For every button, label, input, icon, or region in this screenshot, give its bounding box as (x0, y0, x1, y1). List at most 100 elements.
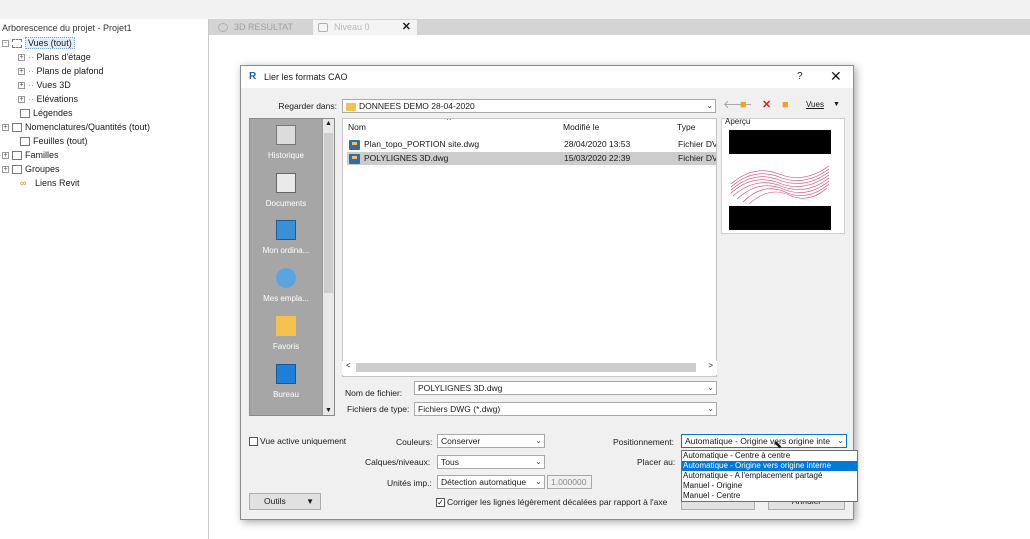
positioning-option[interactable]: Manuel - Origine (682, 481, 857, 491)
tree-node-families[interactable]: + Familles (2, 149, 59, 162)
column-modified[interactable]: Modifié le (563, 122, 599, 132)
checkbox-box[interactable] (249, 437, 258, 447)
file-modified: 15/03/2020 22:39 (564, 153, 631, 163)
place-label: Bureau (273, 390, 299, 399)
preview-label: Aperçu (725, 117, 751, 126)
expand-icon[interactable]: + (18, 68, 25, 76)
sheet-icon (20, 137, 30, 147)
collapse-icon[interactable]: - (2, 40, 9, 48)
positioning-dropdown-list: Automatique - Centre à centre Automatiqu… (681, 450, 858, 502)
scroll-down-icon[interactable]: ▼ (325, 407, 332, 414)
current-view-only-checkbox[interactable]: Vue active uniquement (249, 436, 346, 447)
place-label: Documents (265, 199, 307, 208)
file-list-hscrollbar[interactable]: < > (342, 361, 717, 375)
expand-icon[interactable]: + (2, 124, 9, 132)
tab-close-icon[interactable]: ✕ (402, 20, 411, 35)
tools-button[interactable]: Outils ▼ (249, 493, 321, 510)
tree-node-legends[interactable]: Légendes (20, 107, 73, 120)
places-scrollbar[interactable]: ▲ ▼ (322, 119, 334, 415)
chevron-down-icon: ⌄ (535, 477, 542, 486)
scroll-up-icon[interactable]: ▲ (325, 120, 332, 127)
schedule-icon (12, 123, 22, 133)
units-select[interactable]: Détection automatique ⌄ (437, 475, 545, 489)
tree-node-elevations[interactable]: + ·· Elévations (18, 93, 78, 106)
layers-select[interactable]: Tous ⌄ (437, 455, 545, 469)
units-factor-value: 1.000000 (551, 477, 587, 487)
tree-node-floor-plans[interactable]: + ·· Plans d'étage (18, 51, 91, 64)
legend-icon (20, 109, 30, 119)
column-type[interactable]: Type (677, 122, 695, 132)
back-icon[interactable]: 🡐 (723, 99, 753, 111)
mouse-cursor-icon: ⬉ (773, 439, 783, 451)
expand-icon[interactable]: + (18, 54, 25, 62)
chevron-down-icon: ⌄ (707, 383, 714, 392)
tree-node-label: Légendes (33, 108, 73, 118)
tree-node-3d-views[interactable]: + ·· Vues 3D (18, 79, 71, 92)
tree-node-views[interactable]: - Vues (tout) (2, 37, 75, 50)
positioning-option-highlighted[interactable]: Automatique - Origine vers origine inter… (682, 461, 857, 471)
scroll-left-icon[interactable]: < (346, 361, 351, 370)
filetype-select[interactable]: Fichiers DWG (*.dwg) ⌄ (414, 402, 717, 416)
place-label: Mon ordina... (262, 246, 310, 255)
tree-node-sheets[interactable]: Feuilles (tout) (20, 135, 88, 148)
column-name[interactable]: Nom (348, 122, 366, 132)
scrollbar-thumb[interactable] (356, 363, 696, 372)
file-name: Plan_topo_PORTION site.dwg (364, 139, 480, 149)
place-favorites[interactable]: Favoris (250, 316, 322, 351)
desktop-icon (276, 364, 296, 384)
file-row-selected[interactable]: POLYLIGNES 3D.dwg 15/03/2020 22:39 Fichi… (347, 152, 716, 165)
units-factor-field: 1.000000 (547, 475, 592, 489)
filename-input[interactable]: POLYLIGNES 3D.dwg ⌄ (414, 381, 717, 395)
tree-node-revit-links[interactable]: ∞ Liens Revit (20, 177, 80, 190)
expand-icon[interactable]: + (2, 152, 9, 160)
positioning-select[interactable]: Automatique - Origine vers origine inte … (681, 434, 847, 448)
tree-node-groups[interactable]: + Groupes (2, 163, 60, 176)
positioning-option[interactable]: Automatique - Centre à centre (682, 451, 857, 461)
help-button[interactable]: ? (797, 71, 803, 82)
new-folder-icon[interactable]: ■ (782, 99, 789, 111)
layers-label: Calques/niveaux: (365, 457, 431, 467)
history-icon (276, 125, 296, 145)
revit-link-icon: ∞ (20, 179, 32, 189)
delete-icon[interactable]: ✕ (762, 99, 771, 111)
positioning-option[interactable]: Manuel - Centre (682, 491, 857, 501)
expand-icon[interactable]: + (18, 82, 25, 90)
scroll-right-icon[interactable]: > (708, 361, 713, 370)
positioning-option[interactable]: Automatique - A l'emplacement partagé (682, 471, 857, 481)
colors-select[interactable]: Conserver ⌄ (437, 434, 545, 448)
computer-icon (276, 220, 296, 240)
views-dropdown-icon[interactable]: ▼ (833, 99, 840, 111)
units-label: Unités imp.: (387, 478, 432, 488)
look-in-combo[interactable]: DONNEES DEMO 28-04-2020 ⌄ (342, 99, 716, 113)
up-folder-icon[interactable]: ■ (740, 99, 747, 111)
dwg-file-icon (349, 140, 360, 150)
filetype-label: Fichiers de type: (347, 404, 410, 414)
chevron-down-icon: ⌄ (535, 457, 542, 466)
place-network[interactable]: Mes empla... (250, 268, 322, 303)
place-computer[interactable]: Mon ordina... (250, 220, 322, 255)
place-historique[interactable]: Historique (250, 125, 322, 160)
expand-icon[interactable]: + (18, 96, 25, 104)
tab-niveau-0[interactable]: Niveau 0 ✕ (313, 20, 417, 35)
scrollbar-thumb[interactable] (324, 133, 333, 293)
tree-node-schedules[interactable]: + Nomenclatures/Quantités (tout) (2, 121, 150, 134)
views-menu[interactable]: Vues (806, 99, 824, 111)
tab-label: Niveau 0 (334, 22, 370, 32)
checkmark-icon[interactable]: ✓ (436, 498, 445, 508)
dwg-preview-image (730, 165, 830, 205)
project-browser: Arborescence du projet - Projet1 - Vues (… (0, 19, 209, 539)
look-in-value: DONNEES DEMO 28-04-2020 (359, 101, 475, 111)
place-documents[interactable]: Documents (250, 173, 322, 208)
tree-node-label: Plans de plafond (36, 66, 104, 76)
place-desktop[interactable]: Bureau (250, 364, 322, 399)
tree-node-ceiling-plans[interactable]: + ·· Plans de plafond (18, 65, 104, 78)
expand-icon[interactable]: + (2, 166, 9, 174)
tab-3d-resultat[interactable]: 3D RESULTAT (213, 20, 311, 35)
correct-lines-checkbox[interactable]: ✓ Corriger les lignes légèrement décalées… (436, 497, 667, 508)
file-row[interactable]: Plan_topo_PORTION site.dwg 28/04/2020 13… (347, 138, 716, 151)
views-icon (12, 39, 22, 49)
tree-node-label: Plans d'étage (36, 52, 91, 62)
dialog-title-bar: R Lier les formats CAO ? ✕ (241, 66, 853, 88)
close-button[interactable]: ✕ (830, 68, 842, 85)
group-icon (12, 165, 22, 175)
